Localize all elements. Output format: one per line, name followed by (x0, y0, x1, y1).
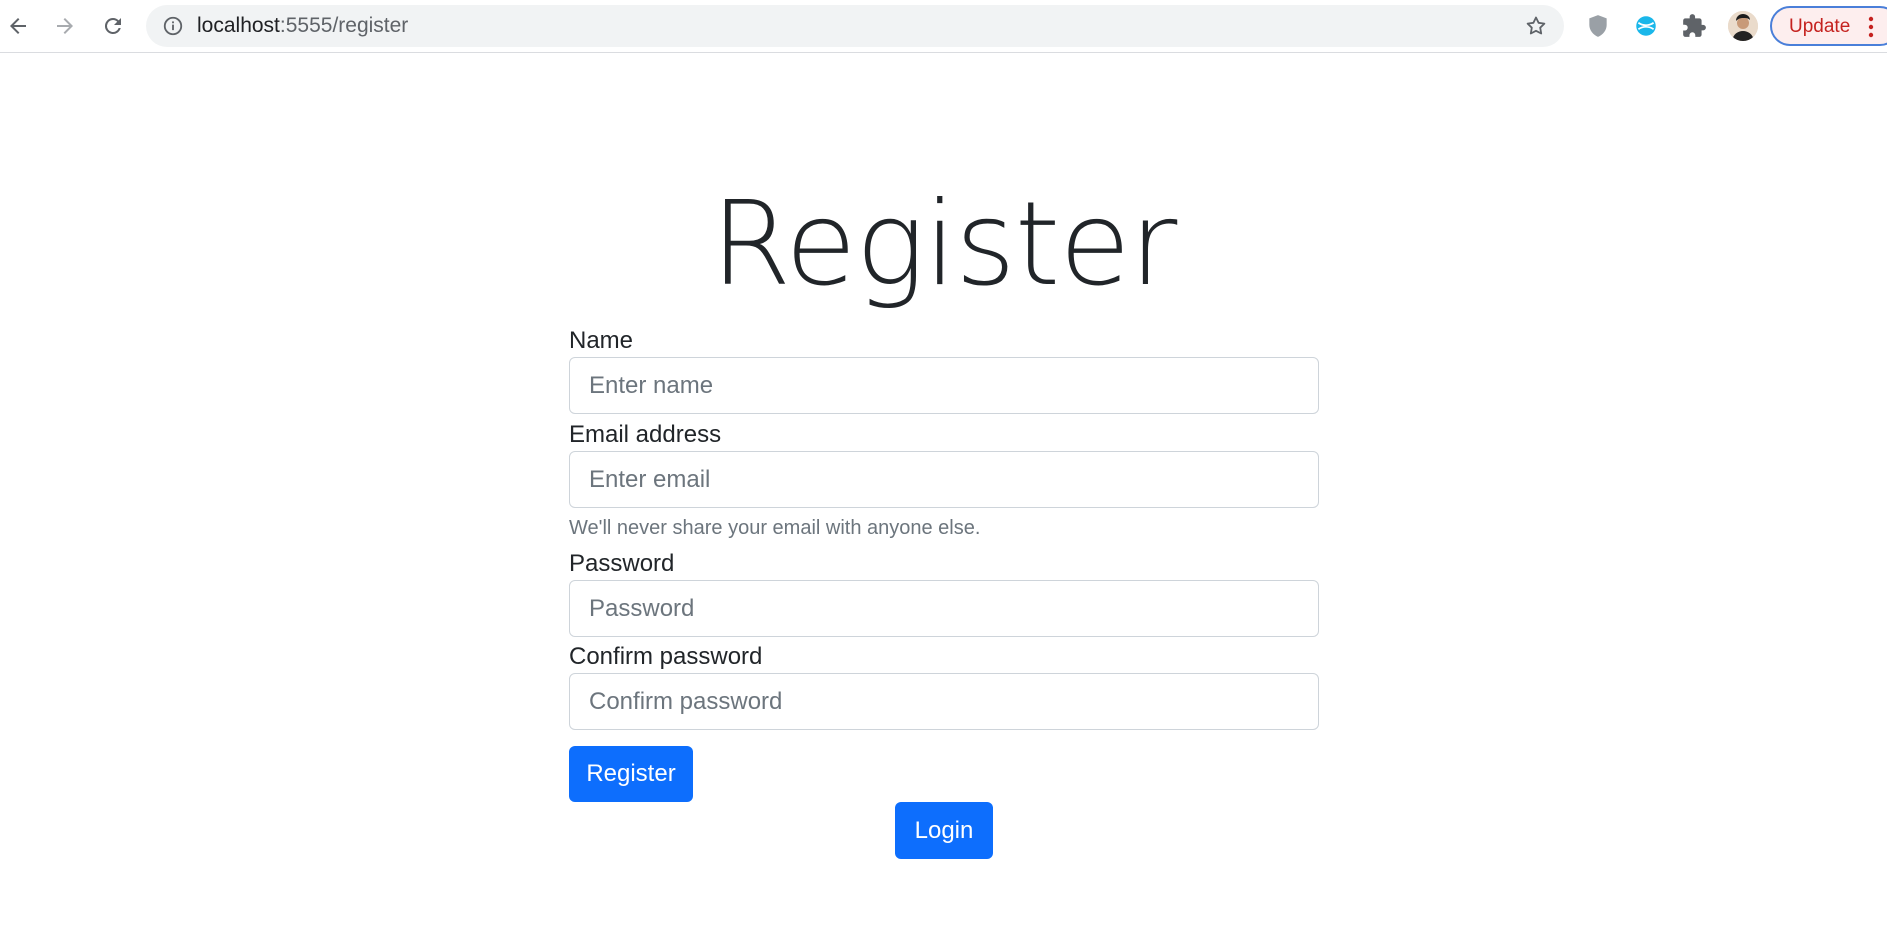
shield-icon (1589, 15, 1607, 37)
arrow-right-icon (57, 18, 73, 34)
url-path: :5555/register (279, 14, 409, 37)
email-input[interactable] (569, 451, 1319, 508)
info-icon[interactable] (162, 15, 184, 37)
browser-toolbar: localhost:5555/register Update (0, 0, 1887, 53)
url-text[interactable]: localhost:5555/register (197, 14, 408, 38)
confirm-password-input[interactable] (569, 673, 1319, 730)
puzzle-icon (1683, 14, 1706, 37)
avatar-icon (1728, 11, 1758, 41)
forward-button[interactable] (47, 8, 83, 44)
back-button[interactable] (0, 8, 36, 44)
name-input[interactable] (569, 357, 1319, 414)
email-help-text: We'll never share your email with anyone… (569, 517, 981, 539)
address-bar[interactable]: localhost:5555/register (146, 5, 1564, 47)
confirm-password-label: Confirm password (569, 643, 763, 670)
password-input[interactable] (569, 580, 1319, 637)
name-label: Name (569, 327, 634, 354)
login-button[interactable]: Login (895, 802, 993, 859)
profile-avatar[interactable] (1728, 11, 1758, 41)
update-button[interactable]: Update (1770, 6, 1887, 46)
password-label: Password (569, 550, 675, 577)
globe-icon (1636, 16, 1656, 36)
url-host: localhost (197, 14, 280, 37)
reload-icon (104, 17, 121, 34)
extension-globe[interactable] (1632, 12, 1660, 40)
register-button[interactable]: Register (569, 746, 693, 802)
star-icon[interactable] (1524, 14, 1548, 38)
extension-shield[interactable] (1584, 12, 1612, 40)
extensions-button[interactable] (1680, 12, 1708, 40)
page-title: Register (710, 177, 1178, 312)
kebab-menu-icon[interactable] (1868, 15, 1874, 39)
update-label: Update (1789, 16, 1851, 37)
arrow-left-icon (10, 18, 26, 34)
reload-button[interactable] (95, 8, 131, 44)
email-label: Email address (569, 421, 722, 448)
